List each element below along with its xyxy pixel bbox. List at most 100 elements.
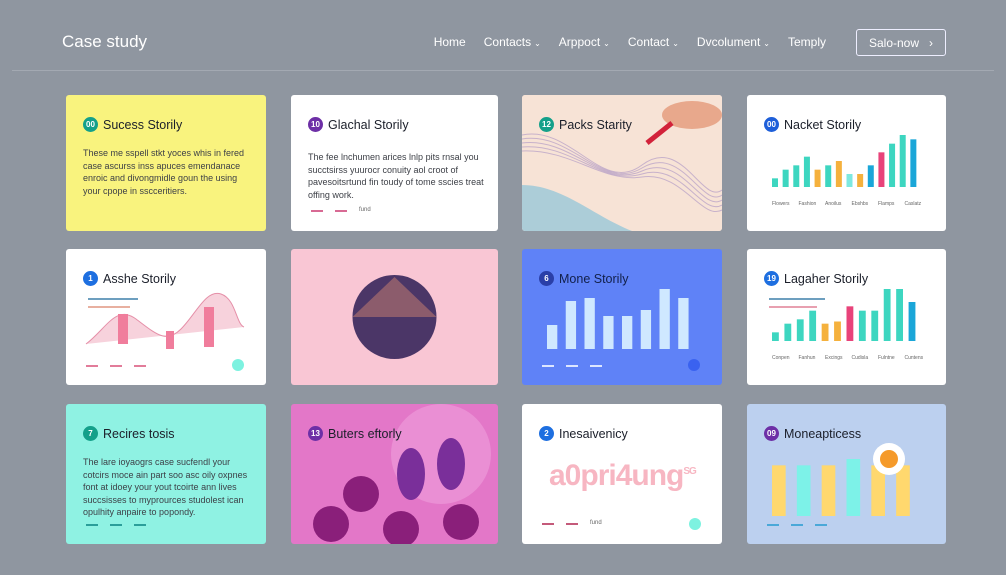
leaf bbox=[437, 438, 465, 490]
axis-label: Cuntens bbox=[905, 355, 924, 361]
card-illustration bbox=[522, 95, 722, 231]
case-card-1[interactable]: 10 Glachal Storily The fee lnchumen arices… bbox=[291, 95, 498, 231]
number-badge: 19 bbox=[764, 271, 779, 286]
nav-item-3[interactable]: Contact ⌄ bbox=[628, 35, 679, 49]
chart-bar bbox=[603, 316, 614, 349]
chart-bar bbox=[871, 310, 879, 341]
number-badge: 6 bbox=[539, 271, 554, 286]
play-button-icon bbox=[880, 450, 898, 468]
dash[interactable] bbox=[815, 524, 827, 526]
chart-bar bbox=[547, 325, 558, 349]
action-icon bbox=[232, 359, 244, 371]
card-title-text: Packs Starity bbox=[559, 117, 632, 132]
chart-bar bbox=[678, 298, 689, 349]
card-title: 19 Lagaher Storily bbox=[764, 271, 868, 286]
card-title-text: Buters eftorly bbox=[328, 426, 402, 441]
case-card-2[interactable]: 12 Packs Starity bbox=[522, 95, 722, 231]
chart-bar bbox=[846, 174, 853, 187]
case-card-0[interactable]: 00 Sucess Storily These me sspell stkt yoc… bbox=[66, 95, 266, 231]
nav-item-4[interactable]: Dvcolument ⌄ bbox=[697, 35, 770, 49]
card-title: 12 Packs Starity bbox=[539, 117, 632, 132]
chart-bar bbox=[584, 298, 595, 349]
pagination-dashes: fund bbox=[542, 520, 602, 526]
case-card-3[interactable]: Flowers Fashion Anoilus Ebshbs Flamps Caslatz… bbox=[747, 95, 946, 231]
case-card-7[interactable]: Conpen Fanhun Excings Cudisla Fulntne Cuntens… bbox=[747, 249, 946, 385]
footer-label: fund bbox=[590, 520, 602, 526]
card-title: 00 Sucess Storily bbox=[83, 117, 182, 132]
dash[interactable] bbox=[542, 365, 554, 367]
dash[interactable] bbox=[566, 523, 578, 525]
number-badge: 00 bbox=[83, 117, 98, 132]
flower bbox=[443, 504, 479, 540]
number-badge: 12 bbox=[539, 117, 554, 132]
case-card-11[interactable]: 09 Moneapticess bbox=[747, 404, 946, 544]
chart-bar bbox=[846, 306, 854, 341]
chart-bar bbox=[835, 161, 842, 187]
card-title-text: Sucess Storily bbox=[103, 117, 183, 132]
nav-item-0[interactable]: Home bbox=[434, 35, 466, 49]
chart-bar bbox=[896, 289, 903, 341]
number-badge: 13 bbox=[308, 426, 323, 441]
bar bbox=[204, 307, 214, 347]
pagination-dashes bbox=[767, 524, 827, 526]
axis-label: Conpen bbox=[772, 355, 790, 361]
case-card-10[interactable]: 2 Inesaivenicy a0pri4ungSG fund bbox=[522, 404, 722, 544]
card-title: 10 Glachal Storily bbox=[308, 117, 409, 132]
nav-label: Home bbox=[433, 35, 466, 49]
chevron-right-icon: › bbox=[929, 35, 934, 50]
chart-bar bbox=[896, 465, 910, 516]
dash[interactable] bbox=[134, 524, 146, 526]
action-icon bbox=[689, 518, 701, 530]
chart-bar bbox=[803, 156, 810, 187]
card-title: 7 Recires tosis bbox=[83, 426, 175, 441]
sale-now-button[interactable]: Salo-now › bbox=[856, 29, 946, 56]
number-badge: 09 bbox=[764, 426, 779, 441]
nav-label: Arppoct bbox=[558, 35, 601, 49]
pagination-dashes bbox=[86, 365, 146, 367]
case-card-5[interactable] bbox=[291, 249, 498, 385]
site-logo[interactable]: Case study bbox=[62, 32, 147, 52]
nav-label: Temply bbox=[787, 35, 826, 49]
dash[interactable] bbox=[590, 365, 602, 367]
dash[interactable] bbox=[566, 365, 578, 367]
dash[interactable] bbox=[767, 524, 779, 526]
chart-bar bbox=[793, 165, 800, 187]
action-icon bbox=[688, 359, 700, 371]
nav-item-2[interactable]: Arppoct ⌄ bbox=[559, 35, 610, 49]
dash[interactable] bbox=[542, 523, 554, 525]
number-badge: 00 bbox=[764, 117, 779, 132]
card-title: 13 Buters eftorly bbox=[308, 426, 402, 441]
card-title-text: Glachal Storily bbox=[328, 117, 409, 132]
chart-bar bbox=[825, 165, 832, 187]
chart-bar bbox=[659, 289, 670, 349]
nav-item-5[interactable]: Temply bbox=[788, 35, 826, 49]
dash[interactable] bbox=[134, 365, 146, 367]
dash[interactable] bbox=[110, 524, 122, 526]
card-title-text: Inesaivenicy bbox=[559, 426, 628, 441]
dash[interactable] bbox=[86, 524, 98, 526]
dash[interactable] bbox=[335, 210, 347, 212]
card-title: 2 Inesaivenicy bbox=[539, 426, 628, 441]
case-card-4[interactable]: 1 Asshe Storily bbox=[66, 249, 266, 385]
chart-bar bbox=[857, 174, 864, 187]
leaf bbox=[397, 448, 425, 500]
card-title-text: Asshe Storily bbox=[103, 271, 176, 286]
axis-label: Cudisla bbox=[852, 355, 869, 361]
chart-bar bbox=[782, 169, 789, 187]
flower bbox=[383, 511, 419, 544]
cta-label: Salo-now bbox=[868, 35, 920, 50]
chart-bar bbox=[796, 319, 804, 341]
nav-item-1[interactable]: Contacts ⌄ bbox=[484, 35, 541, 49]
case-card-8[interactable]: 7 Recires tosis The lare ioyaogrs case suc… bbox=[66, 404, 266, 544]
case-card-9[interactable]: 13 Buters eftorly bbox=[291, 404, 498, 544]
card-description: These me sspell stkt yoces whis in fered… bbox=[83, 148, 245, 196]
case-card-6[interactable]: 6 Mone Storily bbox=[522, 249, 722, 385]
dash[interactable] bbox=[311, 210, 323, 212]
chart-bar bbox=[883, 289, 891, 341]
bar bbox=[118, 314, 128, 344]
dash[interactable] bbox=[86, 365, 98, 367]
superscript: SG bbox=[683, 466, 696, 477]
dash[interactable] bbox=[110, 365, 122, 367]
chart-bar bbox=[910, 139, 917, 187]
dash[interactable] bbox=[791, 524, 803, 526]
